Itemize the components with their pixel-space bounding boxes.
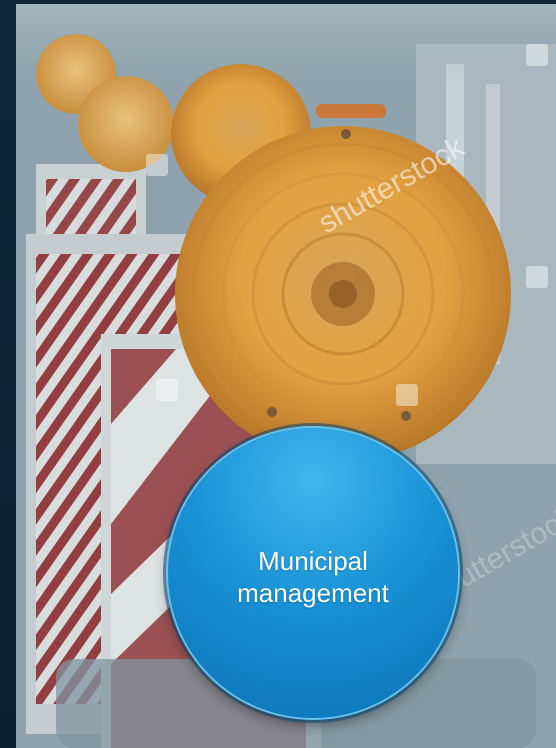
slide-frame: shutterstock shutterstock Municipal mana… (0, 0, 556, 748)
bubble-label-line-2: management (237, 578, 389, 608)
bubble-label: Municipal management (198, 545, 428, 609)
bubble-label-line-1: Municipal (258, 546, 368, 576)
municipal-management-bubble[interactable]: Municipal management (168, 428, 458, 718)
